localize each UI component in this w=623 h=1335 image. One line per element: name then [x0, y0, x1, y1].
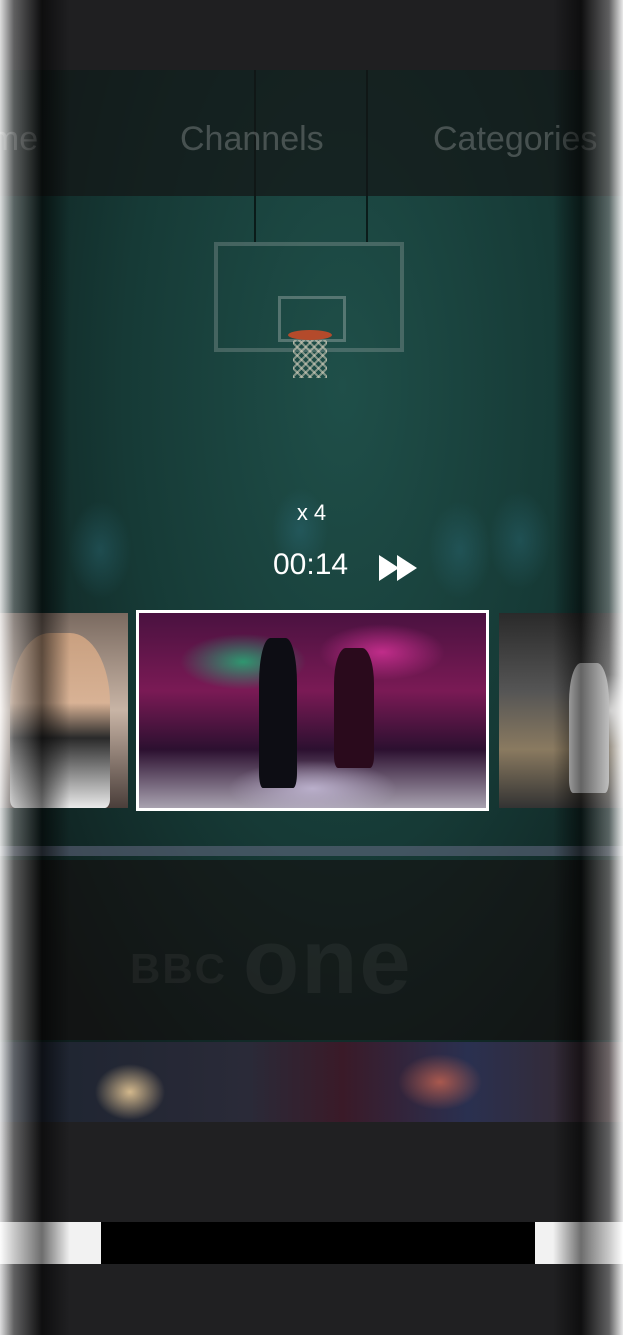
basketball-net: [293, 340, 327, 378]
bottom-bar-left: [0, 1222, 101, 1264]
scrub-thumbnail-previous[interactable]: [0, 613, 128, 808]
scrub-thumbnail-current[interactable]: [136, 610, 489, 811]
channel-logo-name: one: [243, 911, 413, 1013]
scrub-thumbnail-next[interactable]: [499, 613, 623, 808]
basketball-rim: [288, 330, 332, 340]
top-bar: [0, 0, 623, 70]
thumbnail-dancer-female: [334, 648, 374, 768]
playback-speed-label: x 4: [296, 500, 327, 525]
playback-progress-track[interactable]: [0, 846, 623, 856]
fast-forward-icon: [379, 555, 417, 581]
bottom-bar-right: [535, 1222, 623, 1264]
thumbnail-person: [10, 633, 110, 808]
thumbnail-performer: [569, 663, 609, 793]
tab-home[interactable]: ome: [0, 120, 38, 159]
top-navigation: ome Channels Categories: [0, 70, 623, 196]
channel-logo: BBC one: [130, 910, 413, 1015]
tab-categories[interactable]: Categories: [433, 120, 597, 159]
programme-thumbnail-strip[interactable]: [0, 1042, 623, 1122]
bottom-bar-center: [101, 1222, 535, 1264]
playback-timecode: 00:14: [273, 548, 349, 581]
thumbnail-dancer-male: [259, 638, 297, 788]
channel-logo-brand: BBC: [130, 944, 227, 992]
tab-channels[interactable]: Channels: [180, 120, 324, 159]
